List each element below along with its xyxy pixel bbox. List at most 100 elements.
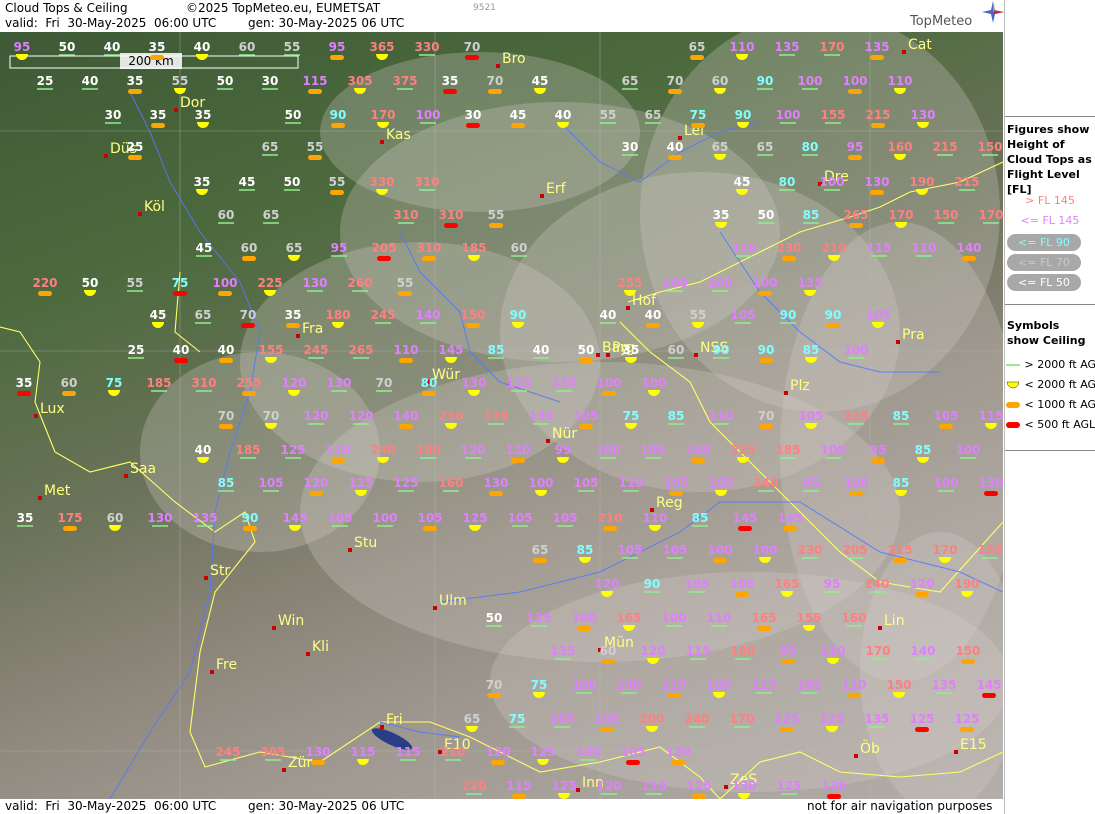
cloud-top-value: 135 — [797, 276, 822, 290]
cloud-top-value: 65 — [712, 140, 729, 154]
ceiling-symbol — [398, 291, 412, 296]
cloud-top-value: 70 — [667, 74, 684, 88]
ceiling-symbol — [826, 323, 840, 328]
cloud-top-value: 185 — [235, 443, 260, 457]
cloud-top-value: 30 — [465, 108, 482, 122]
cloud-top-value: 90 — [758, 343, 775, 357]
cloud-top-value: 85 — [668, 409, 685, 423]
cloud-top-value: 170 — [819, 40, 844, 54]
city-marker — [104, 154, 108, 158]
city-label: Met — [44, 483, 71, 499]
cloud-top-value: 125 — [551, 779, 576, 793]
city-marker — [878, 626, 882, 630]
legend-symbol-item: > 2000 ft AGL — [1005, 358, 1095, 371]
cloud-top-value: 155 — [820, 108, 845, 122]
cloud-top-value: 110 — [911, 241, 936, 255]
cloud-top-value: 75 — [509, 712, 526, 726]
ceiling-symbol — [849, 223, 863, 228]
cloud-top-value: 40 — [104, 40, 121, 54]
cloud-top-value: 160 — [438, 476, 463, 490]
cloud-top-value: 165 — [751, 611, 776, 625]
cloud-top-value: 110 — [393, 343, 418, 357]
cloud-top-value: 240 — [684, 712, 709, 726]
city-marker — [784, 391, 788, 395]
city-label: Nür — [552, 426, 577, 442]
cloud-top-value: 55 — [172, 74, 189, 88]
cloud-top-value: 50 — [82, 276, 99, 290]
cloud-top-value: 120 — [665, 745, 690, 759]
city-marker — [38, 496, 42, 500]
cloud-top-value: 100 — [819, 175, 844, 189]
ceiling-symbol — [286, 323, 300, 328]
cloud-top-value: 215 — [932, 140, 957, 154]
cloud-top-value: 100 — [955, 443, 980, 457]
cloud-top-value: 265 — [843, 208, 868, 222]
cloud-top-value: 135 — [192, 511, 217, 525]
city-marker — [854, 754, 858, 758]
ceiling-symbol — [783, 526, 797, 531]
ceiling-symbol — [601, 659, 615, 664]
ceiling-symbol — [848, 89, 862, 94]
city-label: Pra — [902, 327, 925, 343]
cloud-top-value: 150 — [955, 644, 980, 658]
cloud-top-value: 240 — [864, 577, 889, 591]
cloud-top-value: 170 — [978, 208, 1003, 222]
cloud-top-value: 155 — [258, 343, 283, 357]
cloud-top-value: 130 — [978, 476, 1003, 490]
cloud-top-value: 115 — [978, 409, 1003, 423]
ceiling-symbol — [939, 424, 953, 429]
cloud-top-value: 125 — [393, 476, 418, 490]
city-marker — [694, 353, 698, 357]
cloud-top-value: 85 — [692, 511, 709, 525]
cloud-top-value: 145 — [777, 511, 802, 525]
map-title: Cloud Tops & Ceiling — [5, 1, 128, 15]
legend-symbol-item: < 2000 ft AGL — [1005, 378, 1095, 391]
cloud-top-value: 310 — [191, 376, 216, 390]
cloud-top-value: 100 — [596, 376, 621, 390]
satellite-map[interactable]: 200 km Bro Dor Kas Lei Düs Erf Köl Dre Hof Fra Prg P… — [0, 32, 1003, 799]
ceiling-symbol — [782, 256, 796, 261]
ceiling-symbol — [288, 255, 300, 261]
cloud-top-value: 135 — [864, 712, 889, 726]
cloud-top-value: 40 — [195, 443, 212, 457]
cloud-top-value: 130 — [864, 175, 889, 189]
cloud-top-value: 145 — [732, 511, 757, 525]
cloud-top-value: 35 — [442, 74, 459, 88]
cloud-top-value: 55 — [600, 108, 617, 122]
ceiling-symbol — [443, 89, 457, 94]
cloud-top-value: 80 — [779, 175, 796, 189]
cloud-top-value: 70 — [240, 308, 257, 322]
ceiling-symbol — [150, 55, 164, 60]
cloud-top-value: 110 — [618, 476, 643, 490]
ceiling-symbol — [219, 358, 233, 363]
cloud-top-value: 105 — [662, 543, 687, 557]
cloud-top-value: 70 — [218, 409, 235, 423]
cloud-top-value: 115 — [661, 678, 686, 692]
city-marker — [896, 340, 900, 344]
ceiling-symbol — [330, 55, 344, 60]
cloud-top-value: 95 — [870, 443, 887, 457]
ceiling-symbol — [242, 256, 256, 261]
topmeteo-logo: TopMeteo — [910, 14, 973, 29]
ceiling-symbol — [757, 626, 771, 631]
ceiling-symbol — [533, 558, 547, 563]
cloud-top-value: 85 — [893, 476, 910, 490]
cloud-top-value: 115 — [302, 74, 327, 88]
cloud-top-value: 100 — [661, 611, 686, 625]
cloud-top-value: 100 — [775, 108, 800, 122]
cloud-top-value: 60 — [511, 241, 528, 255]
cloud-top-value: 255 — [236, 376, 261, 390]
line-symbol-icon — [1006, 364, 1020, 366]
cloud-top-value: 180 — [415, 443, 440, 457]
ceiling-symbol — [848, 155, 862, 160]
ceiling-symbol — [603, 526, 617, 531]
city-label: Reg — [656, 495, 683, 511]
cloud-top-value: 145 — [438, 343, 463, 357]
cloud-top-value: 100 — [372, 511, 397, 525]
cloud-top-value: 100 — [933, 476, 958, 490]
cloud-top-value: 75 — [172, 276, 189, 290]
cloud-top-value: 305 — [347, 74, 372, 88]
city-marker — [576, 788, 580, 792]
cloud-top-value: 125 — [280, 443, 305, 457]
cloud-top-value: 60 — [668, 343, 685, 357]
